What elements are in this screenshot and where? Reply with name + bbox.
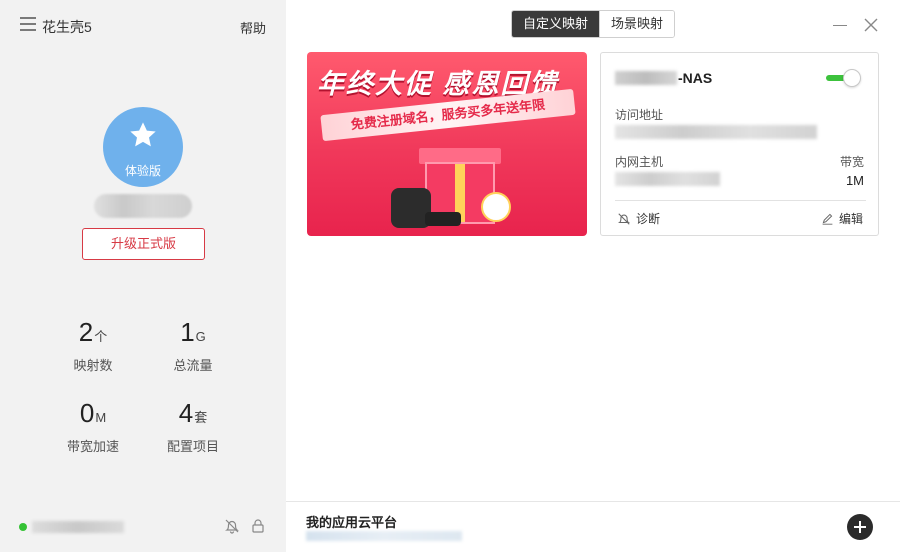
sidebar-header: 花生壳5 帮助	[0, 0, 286, 50]
mapping-name-redacted	[615, 71, 677, 85]
stat-label: 配置项目	[166, 439, 219, 454]
stat-value: 0	[79, 398, 95, 428]
promo-banner[interactable]: 年终大促 感恩回馈 免费注册域名，服务买多年送年限	[307, 52, 587, 236]
diagnose-icon	[617, 212, 631, 225]
stat-value: 2	[78, 317, 94, 347]
bandwidth-value: 1M	[845, 173, 864, 188]
tab-scene-mapping[interactable]: 场景映射	[599, 11, 675, 37]
tab-custom-mapping[interactable]: 自定义映射	[512, 11, 600, 37]
dongle-device-image	[425, 212, 461, 226]
cloud-platform-link-redacted[interactable]	[306, 531, 462, 541]
bell-icon[interactable]	[224, 518, 240, 534]
upgrade-button[interactable]: 升级正式版	[82, 228, 205, 260]
stat-traffic: 1G 总流量	[148, 317, 238, 374]
close-icon[interactable]	[862, 16, 880, 34]
stat-config: 4套 配置项目	[148, 398, 238, 455]
stat-label: 带宽加速	[66, 439, 119, 454]
menu-icon[interactable]	[20, 17, 36, 31]
sidebar: 花生壳5 帮助 体验版 升级正式版 2个 映射数 1G 总流量 0M 带宽加速 …	[0, 0, 286, 552]
stat-unit: G	[195, 329, 206, 344]
stat-unit: 套	[194, 410, 208, 425]
bandwidth-label: 带宽	[839, 155, 864, 169]
help-link[interactable]: 帮助	[240, 18, 266, 37]
stat-unit: 个	[94, 329, 108, 344]
mapping-enable-toggle[interactable]	[826, 69, 862, 87]
lan-host-label: 内网主机	[615, 155, 664, 169]
star-icon	[130, 122, 156, 147]
cloud-platform-bar: 我的应用云平台	[286, 501, 900, 552]
access-address-label: 访问地址	[615, 108, 664, 122]
diagnose-label: 诊断	[636, 212, 661, 226]
lan-host-redacted	[615, 172, 720, 186]
stat-unit: M	[95, 410, 107, 425]
edit-button[interactable]: 编辑	[821, 210, 863, 227]
username-redacted	[94, 194, 192, 218]
edition-label: 体验版	[124, 164, 161, 178]
card-divider	[615, 200, 866, 201]
cloud-platform-title: 我的应用云平台	[306, 515, 398, 530]
app-title: 花生壳5	[42, 19, 92, 35]
mapping-card: -NAS 访问地址 内网主机 带宽 1M 诊断 编辑	[600, 52, 879, 236]
account-id-redacted	[32, 521, 124, 533]
lock-icon[interactable]	[250, 518, 266, 534]
add-mapping-button[interactable]	[847, 514, 873, 540]
stat-bandwidth: 0M 带宽加速	[48, 398, 138, 455]
stat-mappings: 2个 映射数	[48, 317, 138, 374]
mapping-tabs: 自定义映射 场景映射	[511, 10, 676, 38]
online-status-dot	[19, 523, 27, 531]
access-address-redacted[interactable]	[615, 125, 817, 139]
avatar[interactable]: 体验版	[103, 107, 183, 187]
diagnose-button[interactable]: 诊断	[617, 210, 660, 227]
minimize-icon[interactable]	[833, 25, 847, 26]
edit-label: 编辑	[839, 212, 864, 226]
stat-value: 1	[180, 317, 195, 347]
stat-value: 4	[178, 398, 194, 428]
brand-badge-image	[481, 192, 511, 222]
stat-label: 映射数	[73, 358, 113, 373]
pencil-icon	[822, 213, 833, 225]
mapping-name: -NAS	[678, 70, 713, 86]
stat-label: 总流量	[173, 358, 213, 373]
